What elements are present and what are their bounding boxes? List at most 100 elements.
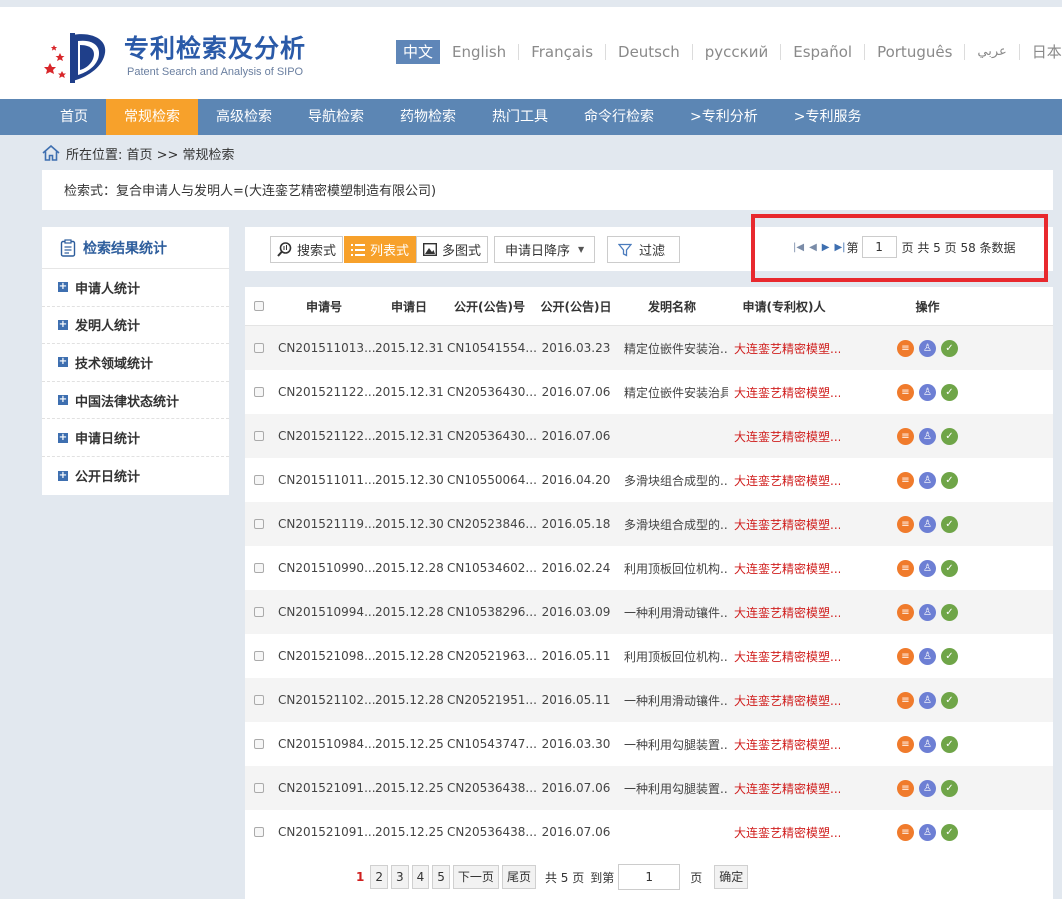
invention-title-cell[interactable]: 多滑块组合成型的... bbox=[616, 472, 728, 489]
home-icon[interactable] bbox=[42, 145, 60, 161]
lang-french[interactable]: Français bbox=[519, 44, 607, 60]
col-application-no[interactable]: 申请号 bbox=[273, 298, 375, 315]
col-invention-title[interactable]: 发明名称 bbox=[616, 298, 728, 315]
analyze-icon[interactable]: ✓ bbox=[941, 691, 958, 709]
follow-icon[interactable]: ♙ bbox=[919, 339, 936, 357]
nav-command-search[interactable]: 命令行检索 bbox=[566, 99, 672, 135]
col-publication-date[interactable]: 公开(公告)日 bbox=[536, 298, 616, 315]
row-checkbox[interactable] bbox=[254, 827, 264, 837]
last-page-button[interactable]: 尾页 bbox=[501, 865, 536, 889]
application-no-cell[interactable]: CN201511011... bbox=[273, 473, 375, 487]
publication-no-cell[interactable]: CN20536430... bbox=[443, 429, 536, 443]
page-link-5[interactable]: 5 bbox=[432, 865, 450, 889]
invention-title-cell[interactable]: 利用顶板回位机构... bbox=[616, 648, 728, 665]
row-checkbox[interactable] bbox=[254, 695, 264, 705]
invention-title-cell[interactable]: 利用顶板回位机构... bbox=[616, 560, 728, 577]
table-row[interactable]: CN201521102... 2015.12.28 CN20521951... 201… bbox=[245, 678, 1053, 722]
publication-no-cell[interactable]: CN20536438... bbox=[443, 781, 536, 795]
analyze-icon[interactable]: ✓ bbox=[941, 427, 958, 445]
table-row[interactable]: CN201511011... 2015.12.30 CN10550064... 201… bbox=[245, 458, 1053, 502]
application-no-cell[interactable]: CN201521102... bbox=[273, 693, 375, 707]
invention-title-cell[interactable]: 一种利用滑动镶件... bbox=[616, 692, 728, 709]
list-view-button[interactable]: 列表式 bbox=[344, 236, 417, 263]
table-row[interactable]: CN201521091... 2015.12.25 CN20536438... 201… bbox=[245, 766, 1053, 810]
nav-patent-analysis[interactable]: >专利分析 bbox=[672, 99, 776, 135]
detail-icon[interactable]: ≡ bbox=[897, 339, 914, 357]
detail-icon[interactable]: ≡ bbox=[897, 735, 914, 753]
follow-icon[interactable]: ♙ bbox=[919, 515, 936, 533]
row-checkbox[interactable] bbox=[254, 519, 264, 529]
lang-portuguese[interactable]: Português bbox=[865, 44, 966, 60]
row-checkbox[interactable] bbox=[254, 343, 264, 353]
goto-page-input[interactable]: 1 bbox=[618, 864, 681, 890]
lang-arabic[interactable]: عربي bbox=[965, 44, 1020, 60]
lang-japanese[interactable]: 日本語 bbox=[1020, 44, 1062, 60]
publication-no-cell[interactable]: CN10534602... bbox=[443, 561, 536, 575]
detail-icon[interactable]: ≡ bbox=[897, 515, 914, 533]
col-application-date[interactable]: 申请日 bbox=[375, 298, 443, 315]
row-checkbox[interactable] bbox=[254, 387, 264, 397]
follow-icon[interactable]: ♙ bbox=[919, 427, 936, 445]
publication-no-cell[interactable]: CN20523846... bbox=[443, 517, 536, 531]
publication-no-cell[interactable]: CN10550064... bbox=[443, 473, 536, 487]
row-checkbox[interactable] bbox=[254, 739, 264, 749]
invention-title-cell[interactable]: 精定位嵌件安装治... bbox=[616, 340, 728, 357]
nav-advanced-search[interactable]: 高级检索 bbox=[198, 99, 290, 135]
follow-icon[interactable]: ♙ bbox=[919, 559, 936, 577]
stats-item-inventor[interactable]: + 发明人统计 bbox=[42, 307, 229, 345]
row-checkbox[interactable] bbox=[254, 607, 264, 617]
publication-no-cell[interactable]: CN10538296... bbox=[443, 605, 536, 619]
analyze-icon[interactable]: ✓ bbox=[941, 471, 958, 489]
detail-icon[interactable]: ≡ bbox=[897, 603, 914, 621]
application-no-cell[interactable]: CN201521122... bbox=[273, 429, 375, 443]
follow-icon[interactable]: ♙ bbox=[919, 735, 936, 753]
analyze-icon[interactable]: ✓ bbox=[941, 823, 958, 841]
next-page-button[interactable]: 下一页 bbox=[452, 865, 499, 889]
page-link-3[interactable]: 3 bbox=[391, 865, 409, 889]
lang-chinese[interactable]: 中文 bbox=[396, 40, 441, 64]
invention-title-cell[interactable]: 一种利用滑动镶件... bbox=[616, 604, 728, 621]
filter-button[interactable]: 过滤 bbox=[607, 236, 681, 263]
application-no-cell[interactable]: CN201521091... bbox=[273, 825, 375, 839]
application-no-cell[interactable]: CN201510984... bbox=[273, 737, 375, 751]
detail-icon[interactable]: ≡ bbox=[897, 471, 914, 489]
analyze-icon[interactable]: ✓ bbox=[941, 735, 958, 753]
page-link-4[interactable]: 4 bbox=[411, 865, 430, 889]
detail-icon[interactable]: ≡ bbox=[897, 559, 914, 577]
detail-icon[interactable]: ≡ bbox=[897, 383, 914, 401]
lang-russian[interactable]: русский bbox=[693, 44, 782, 60]
follow-icon[interactable]: ♙ bbox=[919, 383, 936, 401]
lang-spanish[interactable]: Español bbox=[781, 44, 866, 60]
row-checkbox[interactable] bbox=[254, 431, 264, 441]
table-row[interactable]: CN201521119... 2015.12.30 CN20523846... 201… bbox=[245, 502, 1053, 546]
nav-drug-search[interactable]: 药物检索 bbox=[382, 99, 474, 135]
detail-icon[interactable]: ≡ bbox=[897, 647, 914, 665]
stats-item-legal-status[interactable]: + 中国法律状态统计 bbox=[42, 382, 229, 420]
follow-icon[interactable]: ♙ bbox=[919, 647, 936, 665]
follow-icon[interactable]: ♙ bbox=[919, 823, 936, 841]
publication-no-cell[interactable]: CN20521963... bbox=[443, 649, 536, 663]
application-no-cell[interactable]: CN201521091... bbox=[273, 781, 375, 795]
invention-title-cell[interactable]: 一种利用勾腿装置... bbox=[616, 780, 728, 797]
table-row[interactable]: CN201510984... 2015.12.25 CN10543747... 201… bbox=[245, 722, 1053, 766]
nav-hot-tools[interactable]: 热门工具 bbox=[474, 99, 566, 135]
publication-no-cell[interactable]: CN10541554... bbox=[443, 341, 536, 355]
nav-patent-service[interactable]: >专利服务 bbox=[776, 99, 880, 135]
col-applicant[interactable]: 申请(专利权)人 bbox=[728, 298, 840, 315]
table-row[interactable]: CN201521122... 2015.12.31 CN20536430... 201… bbox=[245, 414, 1053, 458]
row-checkbox[interactable] bbox=[254, 651, 264, 661]
application-no-cell[interactable]: CN201510990... bbox=[273, 561, 375, 575]
analyze-icon[interactable]: ✓ bbox=[941, 647, 958, 665]
row-checkbox[interactable] bbox=[254, 563, 264, 573]
stats-item-pub-date[interactable]: + 公开日统计 bbox=[42, 457, 229, 495]
follow-icon[interactable]: ♙ bbox=[919, 471, 936, 489]
row-checkbox[interactable] bbox=[254, 783, 264, 793]
stats-item-filing-date[interactable]: + 申请日统计 bbox=[42, 419, 229, 457]
analyze-icon[interactable]: ✓ bbox=[941, 383, 958, 401]
confirm-button[interactable]: 确定 bbox=[714, 865, 749, 889]
table-row[interactable]: CN201521122... 2015.12.31 CN20536430... 201… bbox=[245, 370, 1053, 414]
publication-no-cell[interactable]: CN20536430... bbox=[443, 385, 536, 399]
follow-icon[interactable]: ♙ bbox=[919, 779, 936, 797]
application-no-cell[interactable]: CN201511013... bbox=[273, 341, 375, 355]
follow-icon[interactable]: ♙ bbox=[919, 603, 936, 621]
